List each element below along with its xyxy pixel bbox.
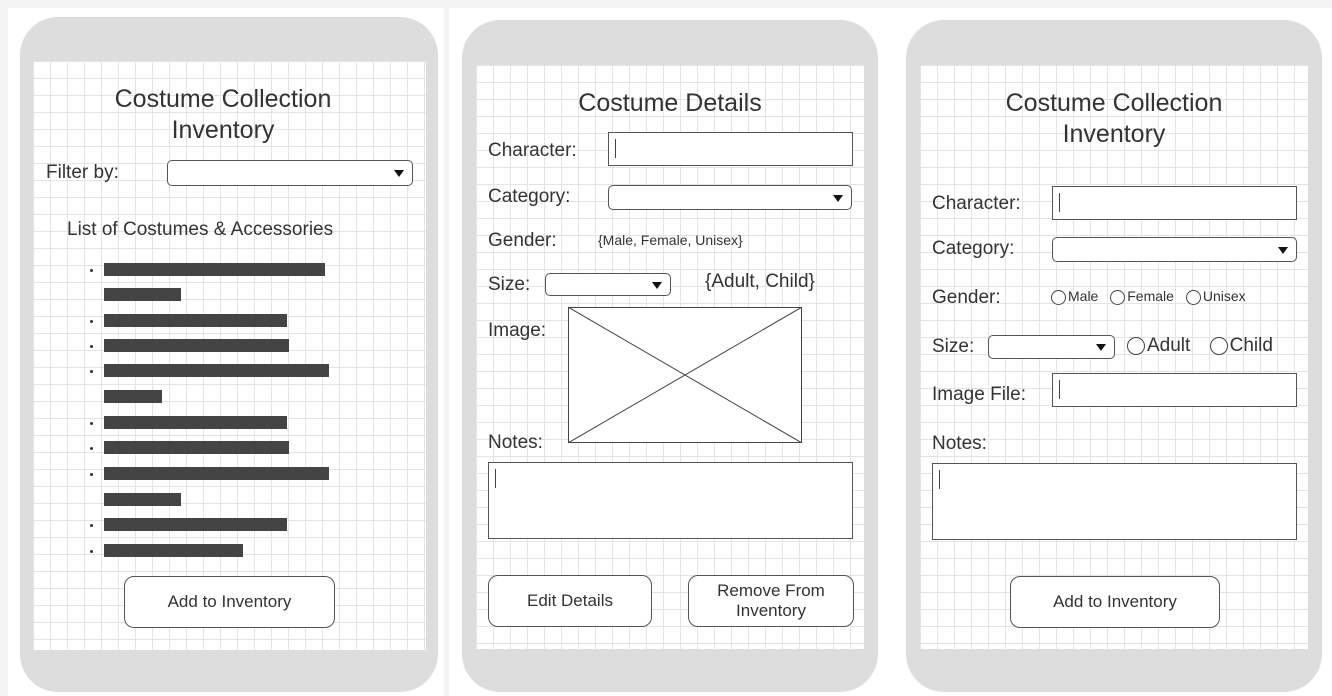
screen-inventory-list: Costume Collection Inventory Filter by: … bbox=[33, 61, 426, 650]
gender-radio-unisex[interactable]: Unisex bbox=[1185, 288, 1246, 305]
list-item[interactable] bbox=[104, 364, 329, 377]
text-cursor bbox=[1059, 380, 1060, 399]
text-cursor bbox=[1059, 193, 1060, 212]
list-bullet bbox=[90, 320, 93, 323]
size-radio-group: Adult Child bbox=[1127, 335, 1273, 357]
page-title: Costume Details bbox=[578, 89, 762, 117]
size-options-text: {Adult, Child} bbox=[705, 271, 815, 292]
image-label: Image: bbox=[488, 320, 547, 341]
size-option-label: Adult bbox=[1147, 335, 1191, 356]
size-radio-child[interactable]: Child bbox=[1209, 335, 1273, 356]
radio-circle-icon[interactable] bbox=[1185, 289, 1201, 305]
remove-from-inventory-button[interactable]: Remove From Inventory bbox=[688, 575, 854, 627]
image-file-input[interactable] bbox=[1052, 373, 1297, 407]
radio-circle-icon[interactable] bbox=[1051, 289, 1066, 305]
character-input[interactable] bbox=[1052, 186, 1297, 220]
list-item-continuation[interactable] bbox=[104, 390, 162, 403]
text-cursor bbox=[939, 470, 940, 489]
size-option-label: Child bbox=[1229, 335, 1273, 356]
gender-label: Gender: bbox=[932, 287, 1001, 308]
notes-label: Notes: bbox=[488, 432, 543, 453]
list-item[interactable] bbox=[104, 314, 287, 327]
character-label: Character: bbox=[488, 140, 577, 161]
gender-option-label: Female bbox=[1127, 288, 1174, 304]
screen-costume-details: Costume Details Character: Category: Gen… bbox=[476, 65, 864, 649]
size-select[interactable] bbox=[545, 273, 671, 296]
add-to-inventory-button[interactable]: Add to Inventory bbox=[124, 576, 335, 628]
character-label: Character: bbox=[932, 193, 1021, 214]
radio-circle-icon[interactable] bbox=[1110, 289, 1126, 305]
list-item[interactable] bbox=[104, 544, 243, 557]
page-title: Costume Collection Inventory bbox=[1005, 89, 1223, 148]
list-bullet bbox=[90, 345, 93, 348]
chevron-down-icon bbox=[833, 194, 843, 202]
gender-radio-female[interactable]: Female bbox=[1110, 288, 1178, 305]
category-select[interactable] bbox=[608, 185, 852, 210]
list-item-continuation[interactable] bbox=[104, 288, 181, 301]
add-to-inventory-button[interactable]: Add to Inventory bbox=[1010, 576, 1220, 628]
list-item[interactable] bbox=[104, 263, 325, 276]
image-file-label: Image File: bbox=[932, 384, 1026, 405]
category-select[interactable] bbox=[1052, 237, 1297, 262]
radio-circle-icon[interactable] bbox=[1209, 336, 1228, 355]
phone-inventory-list: Costume Collection Inventory Filter by: … bbox=[20, 17, 438, 692]
phone-add-costume: Costume Collection Inventory Character: … bbox=[906, 20, 1322, 692]
list-item[interactable] bbox=[104, 518, 287, 531]
gender-option-label: Male bbox=[1068, 288, 1099, 304]
gender-radio-male[interactable]: Male bbox=[1051, 288, 1102, 305]
radio-circle-icon[interactable] bbox=[1127, 336, 1145, 355]
text-cursor bbox=[615, 139, 616, 158]
list-item[interactable] bbox=[104, 416, 287, 429]
notes-textarea[interactable] bbox=[488, 462, 853, 539]
gender-options-text: {Male, Female, Unisex} bbox=[598, 232, 743, 248]
list-bullet bbox=[90, 524, 93, 527]
chevron-down-icon bbox=[652, 281, 662, 289]
list-bullet bbox=[90, 473, 93, 476]
text-cursor bbox=[495, 469, 496, 488]
size-label: Size: bbox=[488, 274, 531, 295]
list-bullet bbox=[90, 447, 93, 450]
list-bullet bbox=[90, 550, 93, 553]
costume-list bbox=[33, 61, 426, 650]
list-bullet bbox=[90, 269, 93, 272]
notes-textarea[interactable] bbox=[932, 463, 1297, 540]
list-bullet bbox=[90, 370, 93, 373]
character-input[interactable] bbox=[608, 132, 853, 166]
list-item-continuation[interactable] bbox=[104, 493, 181, 506]
list-item[interactable] bbox=[104, 467, 329, 480]
gender-option-label: Unisex bbox=[1202, 288, 1246, 304]
notes-label: Notes: bbox=[932, 433, 987, 454]
gender-radio-group: Male Female Unisex bbox=[1051, 288, 1246, 305]
screen-add-costume: Costume Collection Inventory Character: … bbox=[920, 65, 1308, 649]
size-radio-adult[interactable]: Adult bbox=[1127, 335, 1196, 356]
size-label: Size: bbox=[932, 336, 975, 357]
edit-details-button[interactable]: Edit Details bbox=[488, 575, 652, 627]
chevron-down-icon bbox=[1096, 344, 1106, 351]
gender-label: Gender: bbox=[488, 230, 557, 251]
list-bullet bbox=[90, 422, 93, 425]
list-item[interactable] bbox=[104, 441, 289, 454]
phone-costume-details: Costume Details Character: Category: Gen… bbox=[462, 20, 878, 692]
category-label: Category: bbox=[488, 186, 571, 207]
chevron-down-icon bbox=[1278, 246, 1288, 254]
list-item[interactable] bbox=[104, 339, 289, 352]
image-placeholder[interactable] bbox=[568, 307, 802, 443]
size-select[interactable] bbox=[988, 335, 1115, 359]
category-label: Category: bbox=[932, 238, 1015, 259]
